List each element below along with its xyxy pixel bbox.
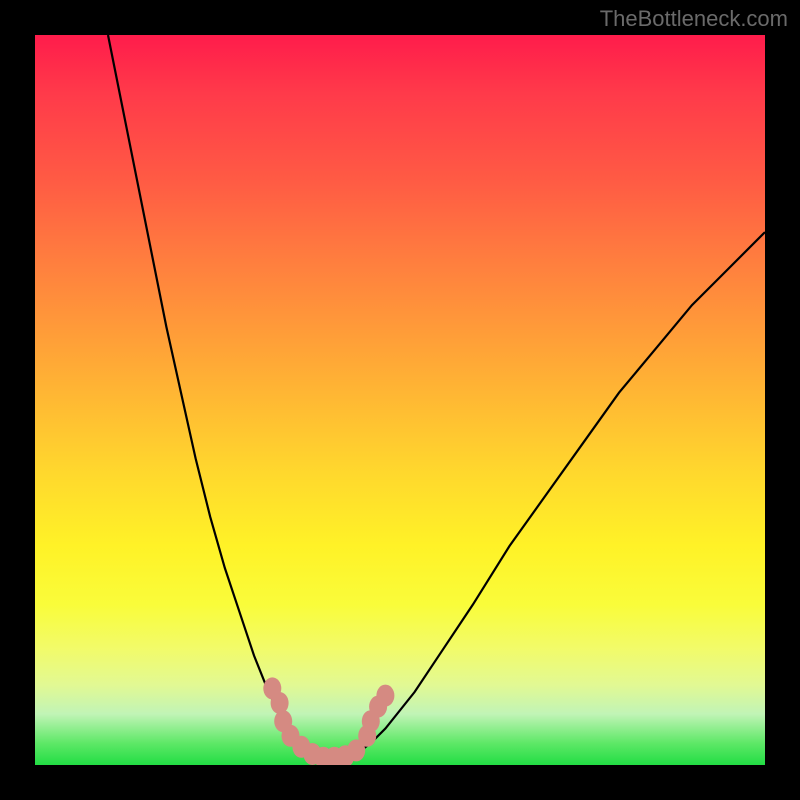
chart-plot-area bbox=[35, 35, 765, 765]
chart-svg-layer bbox=[35, 35, 765, 765]
marker-series bbox=[263, 677, 394, 765]
marker-point bbox=[376, 685, 394, 707]
chart-frame bbox=[0, 0, 800, 800]
bottleneck-curve bbox=[108, 35, 765, 763]
marker-point bbox=[271, 692, 289, 714]
watermark-text: TheBottleneck.com bbox=[600, 6, 788, 32]
